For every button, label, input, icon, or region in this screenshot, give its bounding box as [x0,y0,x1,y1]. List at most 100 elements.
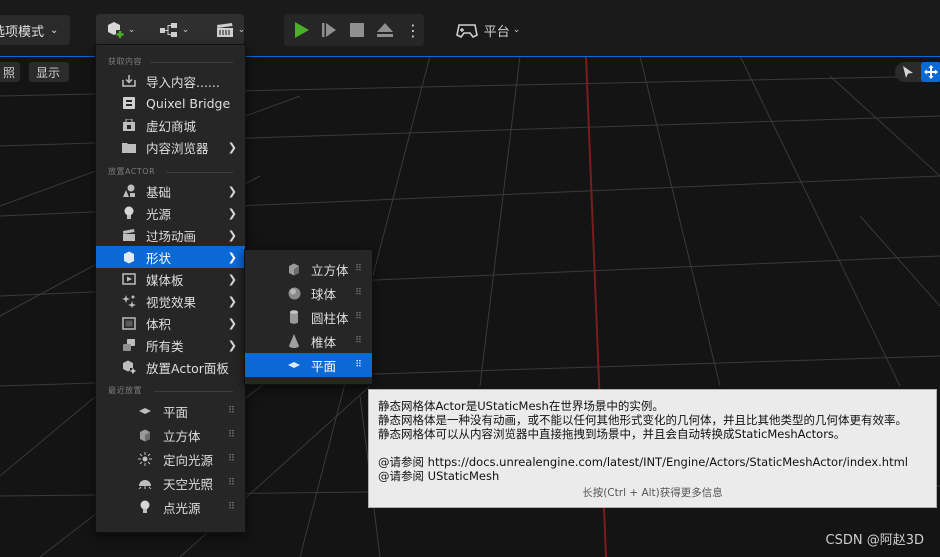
menu-item-label: 椎体 [311,334,337,350]
move-arrows-icon [924,65,938,79]
drag-handle-icon[interactable]: ⠿ [227,479,235,488]
drag-handle-icon[interactable]: ⠿ [227,431,235,440]
move-tool-button[interactable] [921,62,940,82]
menu-item-import[interactable]: 导入内容...... [96,70,245,92]
section-label: 放置ACTOR [108,167,156,176]
sky-light-icon [138,476,152,490]
drag-handle-icon[interactable]: ⠿ [354,265,362,274]
volume-icon [122,316,136,330]
shape-item-sphere[interactable]: 球体 ⠿ [245,281,372,305]
drag-handle-icon[interactable]: ⠿ [354,313,362,322]
menu-item-visual-effects[interactable]: 视觉效果 ❯ [96,290,245,312]
lit-mode-button[interactable]: 照 [0,62,20,82]
shape-item-cone[interactable]: 椎体 ⠿ [245,329,372,353]
play-button[interactable] [288,14,314,46]
chevron-down-icon: ⌄ [237,25,246,35]
chevron-right-icon: ❯ [227,250,237,264]
menu-item-label: 过场动画 [146,228,197,244]
menu-item-shapes[interactable]: 形状 ❯ [96,246,245,268]
menu-item-basic[interactable]: 基础 ❯ [96,180,245,202]
shapes-submenu: 立方体 ⠿ 球体 ⠿ 圆柱体 ⠿ 椎体 ⠿ 平面 ⠿ [244,249,373,385]
chevron-right-icon: ❯ [227,206,237,220]
eject-button[interactable] [372,14,398,46]
recent-item-plane[interactable]: 平面 ⠿ [96,399,245,423]
menu-item-label: 所有类 [146,338,184,354]
mode-selector[interactable]: 选项模式 ⌄ [0,15,70,45]
tooltip-see-also: @请参阅 UStaticMesh [378,469,500,483]
menu-item-content-browser[interactable]: 内容浏览器 ❯ [96,136,245,158]
gamepad-icon [455,24,478,39]
cinematics-button[interactable]: ⌄ [210,14,250,46]
menu-item-label: 视觉效果 [146,294,197,310]
menu-item-media[interactable]: 媒体板 ❯ [96,268,245,290]
recent-item-sky-light[interactable]: 天空光照 ⠿ [96,471,245,495]
menu-item-place-actor-panel[interactable]: 放置Actor面板 [96,356,245,378]
shape-item-plane[interactable]: 平面 ⠿ [245,353,372,377]
shape-cube-icon [122,250,136,264]
drag-handle-icon[interactable]: ⠿ [227,455,235,464]
quick-add-menu: 获取内容 导入内容...... Quixel Bridge 虚幻商城 内容浏览器… [95,44,246,533]
drag-handle-icon[interactable]: ⠿ [227,407,235,416]
static-mesh-tooltip: 静态网格体Actor是UStaticMesh在世界场景中的实例。 静态网格体是一… [368,389,937,508]
menu-item-label: 平面 [311,358,337,374]
place-actor-icon [122,360,136,374]
menu-item-label: 媒体板 [146,272,184,288]
recent-item-point-light[interactable]: 点光源 ⠿ [96,495,245,519]
chevron-down-icon: ⌄ [50,24,59,36]
platform-button[interactable]: 平台 ⌄ [450,14,526,46]
menu-item-label: 放置Actor面板 [146,360,229,376]
menu-item-cinematic[interactable]: 过场动画 ❯ [96,224,245,246]
cube-icon [138,428,152,442]
chevron-right-icon: ❯ [227,316,237,330]
select-tool-button[interactable] [899,63,917,81]
chevron-right-icon: ❯ [227,140,237,154]
play-options-button[interactable]: ⋮ [402,14,424,46]
show-button[interactable]: 显示 [29,62,69,82]
chevron-right-icon: ❯ [227,338,237,352]
tooltip-line-3: 静态网格体可以从内容浏览器中直接拖拽到场景中，并且会自动转换成StaticMes… [378,427,846,441]
plane-icon [287,358,301,372]
menu-item-volumes[interactable]: 体积 ❯ [96,312,245,334]
menu-item-label: 基础 [146,184,172,200]
recent-item-directional-light[interactable]: 定向光源 ⠿ [96,447,245,471]
clapperboard-icon [122,228,136,242]
cone-icon [287,334,301,348]
watermark: CSDN @阿赵3D [825,533,924,548]
menu-item-label: 光源 [146,206,172,222]
chevron-right-icon: ❯ [227,184,237,198]
drag-handle-icon[interactable]: ⠿ [227,503,235,512]
cursor-icon [903,66,913,78]
tooltip-hint: 长按(Ctrl + Alt)获得更多信息 [582,487,723,499]
cylinder-icon [287,310,301,324]
lightbulb-icon [122,206,136,220]
add-actor-button[interactable]: ⌄ [100,14,140,46]
menu-item-marketplace[interactable]: 虚幻商城 [96,114,245,136]
import-icon [122,74,136,88]
drag-handle-icon[interactable]: ⠿ [354,289,362,298]
drag-handle-icon[interactable]: ⠿ [354,337,362,346]
play-icon [295,22,309,38]
recent-item-cube[interactable]: 立方体 ⠿ [96,423,245,447]
quixel-icon [122,96,136,110]
chevron-right-icon: ❯ [227,272,237,286]
blueprint-button[interactable]: ⌄ [156,14,192,46]
eject-icon [377,23,393,37]
media-plate-icon [122,272,136,286]
menu-item-lights[interactable]: 光源 ❯ [96,202,245,224]
lit-label: 照 [3,65,16,80]
stop-button[interactable] [344,14,370,46]
chevron-right-icon: ❯ [227,294,237,308]
mode-label: 选项模式 [0,24,45,40]
advance-frame-button[interactable] [316,14,342,46]
menu-item-quixel-bridge[interactable]: Quixel Bridge [96,92,245,114]
menu-item-label: 点光源 [163,500,201,516]
section-header-place-actor: 放置ACTOR [96,164,245,180]
shape-item-cube[interactable]: 立方体 ⠿ [245,257,372,281]
chevron-down-icon: ⌄ [181,25,190,35]
basic-shapes-icon [122,184,136,198]
shape-item-cylinder[interactable]: 圆柱体 ⠿ [245,305,372,329]
menu-item-all-classes[interactable]: 所有类 ❯ [96,334,245,356]
menu-item-label: 形状 [146,250,172,266]
drag-handle-icon[interactable]: ⠿ [354,361,362,370]
chevron-down-icon: ⌄ [512,25,521,35]
